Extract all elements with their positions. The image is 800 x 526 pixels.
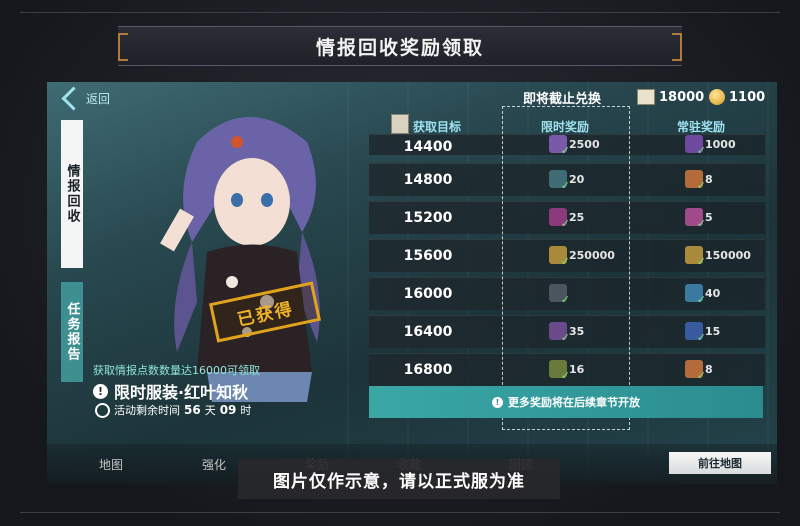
screen-frame: 情报回收奖励领取 返回 情报回收 任务报告 已获得 获取情报点数数量达16000…	[0, 0, 800, 526]
permanent-reward-item-icon	[685, 208, 706, 230]
permanent-reward-item-icon	[685, 135, 706, 157]
title-corner-left	[118, 33, 128, 61]
col-header-permanent: 常驻奖励	[677, 120, 726, 134]
nav-map[interactable]: 地图	[99, 456, 123, 473]
gold-currency: 1100	[709, 89, 765, 105]
character-illustration	[160, 117, 320, 402]
permanent-reward-item-icon	[685, 322, 706, 344]
remaining-days: 56	[184, 403, 201, 417]
tab-mission-report[interactable]: 任务报告	[61, 282, 83, 382]
disclaimer-caption: 图片仅作示意，请以正式服为准	[238, 459, 560, 499]
permanent-reward: 8	[685, 170, 713, 192]
back-label: 返回	[86, 92, 111, 106]
permanent-reward-amount: 5	[705, 210, 713, 224]
permanent-reward: 150000	[685, 246, 751, 268]
remaining-hours: 09	[219, 403, 237, 417]
reward-target: 16400	[403, 324, 453, 340]
reward-target: 16000	[403, 286, 453, 302]
gold-amount: 1100	[729, 89, 766, 105]
clock-icon	[95, 402, 110, 418]
reward-target: 16800	[403, 362, 453, 378]
back-button[interactable]: 返回	[61, 86, 111, 111]
notice-text: 更多奖励将在后续章节开放	[508, 396, 640, 409]
remaining-time: 活动剩余时间 56 天 09 时	[95, 402, 251, 418]
permanent-reward: 15	[685, 322, 721, 344]
reward-target: 14400	[403, 139, 453, 155]
title-bar: 情报回收奖励领取	[118, 26, 682, 66]
ticket-amount: 18000	[659, 89, 705, 105]
permanent-reward-amount: 15	[705, 324, 721, 338]
reward-target: 15600	[403, 248, 453, 264]
permanent-reward-item-icon	[685, 284, 706, 306]
requirement-text: 获取情报点数数量达16000可领取	[93, 364, 260, 377]
limited-reward-highlight	[502, 106, 630, 430]
goto-map-button[interactable]: 前往地图	[669, 452, 771, 474]
page-title: 情报回收奖励领取	[315, 36, 484, 59]
frame-top-line	[20, 12, 780, 13]
gold-coin-icon	[709, 89, 725, 105]
reward-target: 15200	[403, 210, 453, 226]
col-header-target: 获取目标	[413, 120, 462, 134]
ticket-icon	[637, 89, 655, 105]
frame-bottom-line	[20, 512, 780, 513]
alert-icon: !	[93, 383, 108, 399]
permanent-reward-item-icon	[685, 170, 706, 192]
outfit-name-row: ! 限时服装·红叶知秋	[93, 379, 248, 403]
document-icon	[391, 114, 409, 134]
permanent-reward-item-icon	[685, 246, 706, 268]
tab-intel-recovery[interactable]: 情报回收	[61, 120, 83, 268]
permanent-reward: 8	[685, 360, 713, 382]
main-panel: 返回 情报回收 任务报告 已获得 获取情报点数数量达16000可领取 ! 限时服…	[47, 82, 777, 484]
outfit-name: 限时服装·红叶知秋	[114, 383, 249, 402]
permanent-reward: 5	[685, 208, 713, 230]
back-arrow-icon	[61, 86, 86, 111]
permanent-reward: 40	[685, 284, 721, 306]
title-corner-right	[672, 33, 682, 61]
hours-unit: 时	[240, 404, 252, 417]
days-unit: 天	[204, 404, 216, 417]
remaining-label: 活动剩余时间	[114, 404, 180, 417]
permanent-reward-amount: 1000	[705, 137, 736, 151]
info-icon: !	[492, 396, 503, 408]
exchange-deadline-label: 即将截止兑换	[523, 92, 602, 107]
permanent-reward-amount: 8	[705, 362, 713, 376]
nav-enhance[interactable]: 强化	[202, 456, 226, 473]
permanent-reward-amount: 8	[705, 172, 713, 186]
permanent-reward-amount: 150000	[705, 248, 751, 262]
permanent-reward: 1000	[685, 135, 736, 157]
permanent-reward-amount: 40	[705, 286, 721, 300]
permanent-reward-item-icon	[685, 360, 706, 382]
ticket-currency: 18000	[637, 89, 704, 105]
more-rewards-notice: ! 更多奖励将在后续章节开放	[369, 386, 763, 418]
reward-target: 14800	[403, 172, 453, 188]
